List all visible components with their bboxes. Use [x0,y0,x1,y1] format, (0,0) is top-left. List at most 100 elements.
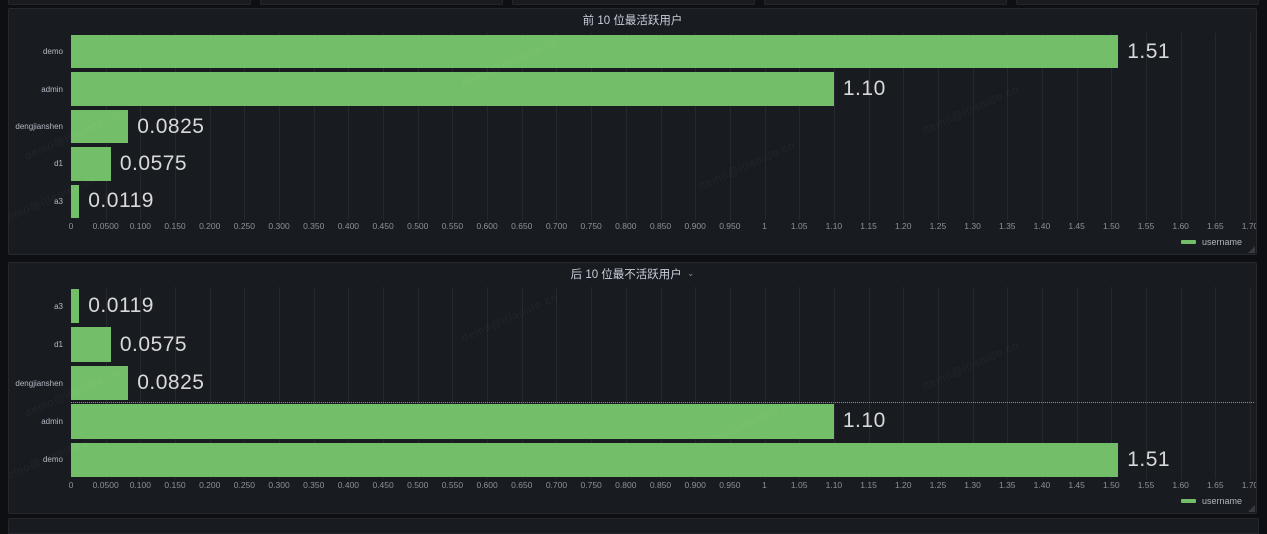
bar-row: admin1.10 [9,402,1256,440]
x-axis-tick-label: 0 [69,480,74,490]
bar-value-label: 0.0119 [88,294,154,318]
plot-rows: a30.0119d10.0575dengjianshen0.0825admin1… [9,287,1256,479]
x-axis-tick-label: 0.200 [199,221,220,231]
bar-row: d1 0.0575 [9,325,1256,363]
category-label: admin [9,70,71,107]
bar-value-label: 0.0575 [120,152,187,176]
x-axis: 00.05000.1000.1500.2000.2500.3000.3500.4… [71,220,1250,233]
bar[interactable] [71,366,128,400]
x-axis-tick-label: 1.50 [1103,480,1120,490]
chevron-down-icon[interactable]: ⌄ [687,269,695,278]
legend-item-username[interactable]: username [9,492,1256,513]
x-axis-tick-label: 0.400 [338,221,359,231]
x-axis-tick-label: 0.0500 [93,480,119,490]
x-axis-tick-label: 0.100 [130,480,151,490]
x-axis-tick-label: 1.25 [930,480,947,490]
x-axis-tick-label: 1.15 [860,480,877,490]
panel-bottom10-inactive-users: 后 10 位最不活跃用户 ⌄ a30.0119d1 0.0575 dengjians… [8,262,1257,514]
category-label: admin [9,402,71,440]
x-axis-tick-label: 1.15 [860,221,877,231]
x-axis-tick-label: 0.0500 [93,221,119,231]
x-axis-tick-label: 0.800 [615,480,636,490]
category-label: d1 [9,325,71,363]
x-axis-tick-label: 1.45 [1068,480,1085,490]
x-axis-tick-label: 0 [69,221,74,231]
x-axis-tick-label: 1.60 [1172,480,1189,490]
category-label: a3 [9,183,71,220]
bar-value-label: 1.51 [1127,448,1170,472]
x-axis-tick-label: 0.450 [372,221,393,231]
x-axis-tick-label: 0.900 [685,221,706,231]
bar[interactable] [71,35,1118,68]
x-axis-tick-label: 1.35 [999,221,1016,231]
panel-resize-handle[interactable] [1248,505,1255,512]
x-axis-tick-label: 0.250 [234,221,255,231]
x-axis-tick-label: 1.40 [1034,480,1051,490]
bar-row: a30.0119 [9,287,1256,325]
x-axis-tick-label: 0.900 [685,480,706,490]
bar-value-label: 0.0119 [88,189,154,213]
x-axis-tick-label: 0.250 [234,480,255,490]
panel-top10-active-users: 前 10 位最活跃用户 demo1.51admin1.10dengjianshe… [8,8,1257,255]
x-axis-tick-label: 1.50 [1103,221,1120,231]
x-axis-tick-label: 1.40 [1034,221,1051,231]
bar[interactable] [71,443,1118,477]
threshold-line [71,402,1254,403]
x-axis-tick-label: 0.400 [338,480,359,490]
cutoff-panel-stub [1016,0,1259,5]
bar[interactable] [71,110,128,143]
x-axis-tick-label: 1.20 [895,480,912,490]
bar-track: 0.0825 [71,108,1250,145]
legend-item-username[interactable]: username [9,233,1256,254]
panel-header: 前 10 位最活跃用户 [9,9,1256,30]
bar-track: 0.0575 [71,145,1250,182]
x-axis-tick-label: 0.800 [615,221,636,231]
x-axis-tick-label: 1.35 [999,480,1016,490]
bar-row: admin1.10 [9,70,1256,107]
x-axis-tick-label: 0.350 [303,221,324,231]
x-axis-tick-label: 1.25 [930,221,947,231]
x-axis-tick-label: 1 [762,480,767,490]
bar-row: d10.0575 [9,145,1256,182]
x-axis-tick-label: 0.650 [511,480,532,490]
x-axis-tick-label: 1.05 [791,221,808,231]
x-axis-tick-label: 0.300 [268,221,289,231]
x-axis-tick-label: 0.950 [719,480,740,490]
x-axis-tick-label: 0.750 [581,480,602,490]
bar[interactable] [71,72,834,105]
bar[interactable] [71,327,111,361]
x-axis-tick-label: 0.300 [268,480,289,490]
category-label: dengjianshen [9,108,71,145]
bar-track: 1.51 [71,33,1250,70]
bar-row: dengjianshen0.0825 [9,108,1256,145]
top-cutoff-panel-row [8,0,1259,5]
bar-row: dengjianshen0.0825 [9,364,1256,402]
panel-title[interactable]: 前 10 位最活跃用户 [583,12,683,28]
bar[interactable] [71,404,834,438]
cutoff-panel-stub [8,0,251,5]
panel-resize-handle[interactable] [1248,246,1255,253]
bar-track: 0.0575 [71,325,1250,363]
bar-track: 0.0119 [71,183,1250,220]
bar-track: 1.51 [71,441,1250,479]
x-axis-tick-label: 1.60 [1172,221,1189,231]
legend-swatch-icon [1181,499,1196,503]
bottom-cutoff-panel [8,518,1259,534]
legend-label: username [1202,496,1242,506]
bar-value-label: 0.0575 [120,333,187,357]
x-axis-tick-label: 0.450 [372,480,393,490]
x-axis-tick-label: 0.500 [407,221,428,231]
panel-title[interactable]: 后 10 位最不活跃用户 [571,266,682,282]
x-axis: 00.05000.1000.1500.2000.2500.3000.3500.4… [71,479,1250,492]
x-axis-tick-label: 0.700 [546,221,567,231]
x-axis-tick-label: 0.150 [164,221,185,231]
bar[interactable] [71,147,111,180]
bar[interactable] [71,289,79,323]
x-axis-tick-label: 1.45 [1068,221,1085,231]
x-axis-tick-label: 1.65 [1207,221,1224,231]
bar[interactable] [71,185,79,218]
x-axis-tick-label: 1.10 [826,480,843,490]
x-axis-tick-label: 0.750 [581,221,602,231]
x-axis-tick-label: 1.55 [1138,480,1155,490]
x-axis-tick-label: 0.950 [719,221,740,231]
